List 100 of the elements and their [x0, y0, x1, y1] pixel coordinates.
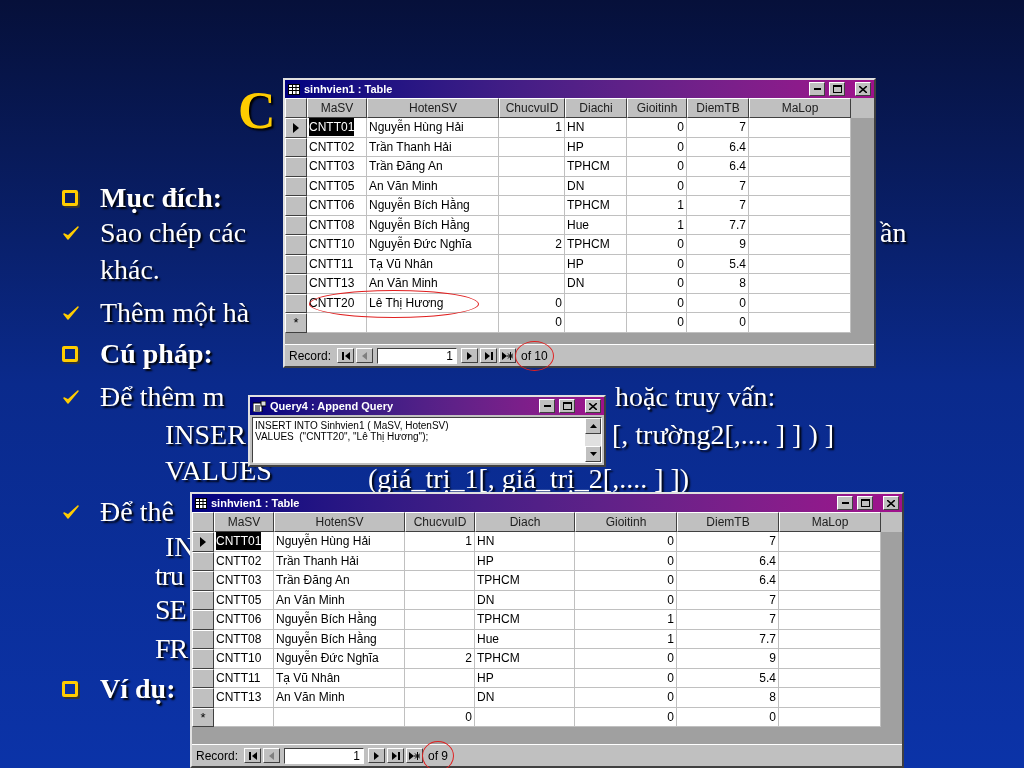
row-selector[interactable] — [192, 629, 214, 649]
table-row[interactable]: CNTT03 Trần Đăng An TPHCM 0 6.4 — [285, 157, 851, 177]
minimize-button[interactable] — [809, 82, 825, 96]
table-row[interactable]: CNTT05 An Văn Minh DN 0 7 — [192, 590, 881, 610]
row-selector[interactable]: * — [192, 707, 214, 727]
table-row[interactable]: CNTT01 Nguyễn Hùng Hải 1 HN 0 7 — [285, 118, 851, 138]
column-header[interactable]: MaSV — [214, 512, 274, 532]
row-selector[interactable] — [192, 532, 214, 552]
table-cell: 0 — [627, 313, 687, 333]
record-number-field[interactable]: 1 — [377, 347, 458, 364]
column-header[interactable]: ChucvuID — [499, 98, 565, 118]
record-nav-button[interactable] — [461, 348, 479, 363]
column-header[interactable]: Gioitinh — [627, 98, 687, 118]
table-cell: An Văn Minh — [274, 590, 405, 610]
row-selector[interactable] — [192, 610, 214, 630]
maximize-button[interactable] — [829, 82, 845, 96]
table-row[interactable]: CNTT06 Nguyễn Bích Hằng TPHCM 1 7 — [285, 196, 851, 216]
record-nav-button[interactable] — [244, 748, 262, 763]
table-row[interactable]: CNTT08 Nguyễn Bích Hằng Hue 1 7.7 — [192, 629, 881, 649]
column-header[interactable]: MaSV — [307, 98, 367, 118]
record-nav-button[interactable] — [480, 348, 498, 363]
row-selector[interactable] — [192, 571, 214, 591]
table-cell: TPHCM — [565, 196, 627, 216]
table-cell: 6.4 — [677, 551, 779, 571]
record-nav-button[interactable] — [499, 348, 517, 363]
table-cell: Tạ Vũ Nhân — [274, 668, 405, 688]
selected-cell-text: CNTT01 — [216, 532, 262, 551]
table-row[interactable]: CNTT02 Trần Thanh Hải HP 0 6.4 — [285, 137, 851, 157]
close-button[interactable] — [585, 399, 601, 413]
square-bullet-icon — [62, 345, 78, 362]
record-number-field[interactable]: 1 — [284, 747, 365, 764]
table-cell: 1 — [499, 118, 565, 138]
record-nav-button[interactable] — [387, 748, 405, 763]
select-all-corner[interactable] — [285, 98, 307, 118]
column-header[interactable]: Diach — [475, 512, 575, 532]
row-selector[interactable] — [192, 688, 214, 708]
minimize-icon — [841, 502, 849, 504]
record-nav-button[interactable] — [368, 748, 386, 763]
table-row[interactable]: CNTT02 Trần Thanh Hải HP 0 6.4 — [192, 551, 881, 571]
column-header[interactable]: HotenSV — [367, 98, 499, 118]
column-header[interactable]: Gioitinh — [575, 512, 677, 532]
row-selector[interactable] — [285, 157, 307, 177]
column-header[interactable]: DiemTB — [687, 98, 749, 118]
close-button[interactable] — [883, 496, 899, 510]
vertical-scrollbar[interactable] — [585, 418, 601, 462]
table-row[interactable]: CNTT08 Nguyễn Bích Hằng Hue 1 7.7 — [285, 215, 851, 235]
table-cell: 8 — [687, 274, 749, 294]
table-cell: 0 — [677, 707, 779, 727]
row-selector[interactable] — [285, 274, 307, 294]
row-selector[interactable] — [192, 590, 214, 610]
minimize-button[interactable] — [837, 496, 853, 510]
table-row[interactable]: CNTT11 Tạ Vũ Nhân HP 0 5.4 — [192, 668, 881, 688]
row-selector[interactable] — [285, 254, 307, 274]
column-header[interactable]: ChucvuID — [405, 512, 475, 532]
table-cell: 7 — [687, 176, 749, 196]
new-record-icon — [502, 351, 514, 360]
minimize-button[interactable] — [539, 399, 555, 413]
column-header[interactable]: Diachi — [565, 98, 627, 118]
window-title: Query4 : Append Query — [270, 398, 395, 414]
section-heading: Ví dụ: — [100, 674, 176, 704]
row-selector[interactable]: * — [285, 313, 307, 333]
column-header[interactable]: MaLop — [749, 98, 851, 118]
table-cell: HP — [565, 254, 627, 274]
table-row[interactable]: CNTT13 An Văn Minh DN 0 8 — [192, 688, 881, 708]
table-cell — [405, 629, 475, 649]
maximize-button[interactable] — [559, 399, 575, 413]
table-row[interactable]: CNTT13 An Văn Minh DN 0 8 — [285, 274, 851, 294]
table-cell: HN — [565, 118, 627, 138]
select-all-corner[interactable] — [192, 512, 214, 532]
column-header[interactable]: DiemTB — [677, 512, 779, 532]
table-row[interactable]: CNTT03 Trần Đăng An TPHCM 0 6.4 — [192, 571, 881, 591]
column-header[interactable]: HotenSV — [274, 512, 405, 532]
table-row[interactable]: CNTT10 Nguyễn Đức Nghĩa 2 TPHCM 0 9 — [192, 649, 881, 669]
row-selector[interactable] — [285, 215, 307, 235]
record-nav-button[interactable] — [406, 748, 424, 763]
table-cell: Trần Thanh Hải — [367, 137, 499, 157]
row-selector[interactable] — [285, 293, 307, 313]
table-row[interactable]: CNTT20 Lê Thị Hương 0 0 0 — [285, 293, 851, 313]
table-row[interactable]: CNTT11 Tạ Vũ Nhân HP 0 5.4 — [285, 254, 851, 274]
column-header[interactable]: MaLop — [779, 512, 881, 532]
table-cell: Tạ Vũ Nhân — [367, 254, 499, 274]
scroll-down-icon — [589, 452, 597, 456]
row-selector[interactable] — [285, 196, 307, 216]
table-row[interactable]: CNTT01 Nguyễn Hùng Hải 1 HN 0 7 — [192, 532, 881, 552]
close-button[interactable] — [855, 82, 871, 96]
row-selector[interactable] — [192, 649, 214, 669]
row-selector[interactable] — [285, 235, 307, 255]
row-selector[interactable] — [285, 137, 307, 157]
table-cell: CNTT13 — [307, 274, 367, 294]
table-row[interactable]: CNTT06 Nguyễn Bích Hằng TPHCM 1 7 — [192, 610, 881, 630]
row-selector[interactable] — [192, 551, 214, 571]
maximize-button[interactable] — [857, 496, 873, 510]
row-selector[interactable] — [285, 176, 307, 196]
table-row[interactable]: CNTT10 Nguyễn Đức Nghĩa 2 TPHCM 0 9 — [285, 235, 851, 255]
bullet-text: khác. — [100, 254, 160, 285]
row-selector[interactable] — [192, 668, 214, 688]
record-nav-button[interactable] — [337, 348, 355, 363]
table-row[interactable]: CNTT05 An Văn Minh DN 0 7 — [285, 176, 851, 196]
table-cell: 0 — [405, 707, 475, 727]
row-selector[interactable] — [285, 118, 307, 138]
